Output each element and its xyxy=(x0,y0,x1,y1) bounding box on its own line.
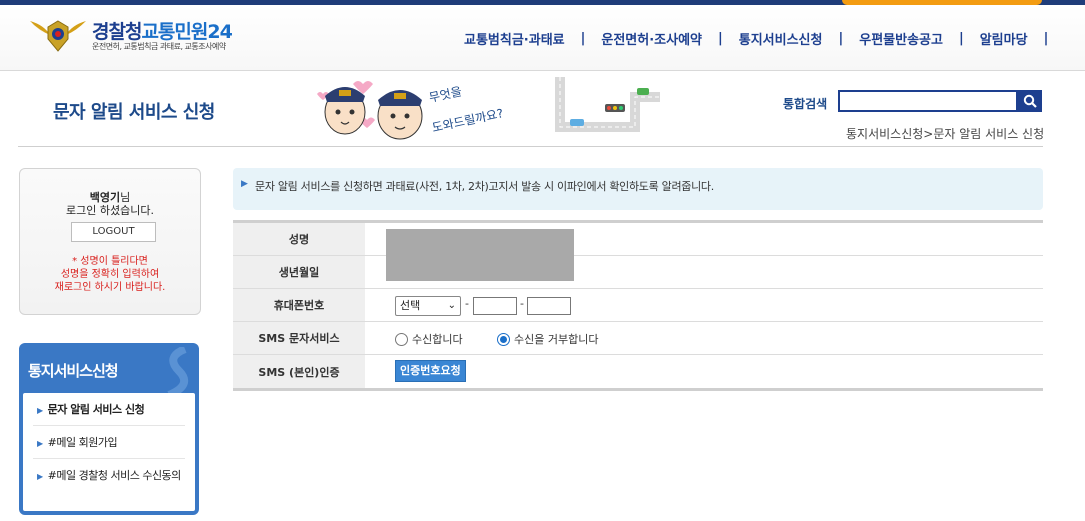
notice-text: 문자 알림 서비스를 신청하면 과태료(사전, 1차, 2차)고지서 발송 시 … xyxy=(255,180,714,193)
logo-subtitle: 운전면허, 교통범칙금 과태료, 교통조사예약 xyxy=(92,42,226,51)
radio-unchecked-icon xyxy=(395,332,408,346)
name-label: 성명 xyxy=(233,223,365,255)
sms-refuse-radio[interactable]: 수신을 거부합니다 xyxy=(497,331,598,347)
logout-button[interactable]: LOGOUT xyxy=(71,222,156,242)
hero-caption-1: 무엇을 xyxy=(428,84,463,105)
nav-separator: | xyxy=(838,31,844,46)
nav-item-license[interactable]: 운전면허·조사예약 xyxy=(597,29,706,48)
phone-dash: - xyxy=(520,297,524,310)
auth-label: SMS (본인)인증 xyxy=(233,355,365,388)
arrow-right-icon: ▶ xyxy=(241,179,248,189)
login-message: 로그인 하셨습니다. xyxy=(66,204,154,217)
side-menu-list: ▶ 문자 알림 서비스 신청 ▶ #메일 회원가입 ▶ #메일 경찰청 서비스 수신동… xyxy=(23,393,195,511)
side-menu-item-email-join[interactable]: ▶ #메일 회원가입 xyxy=(33,426,185,459)
police-mascot-icon: 무엇을 도와드릴까요? xyxy=(317,77,660,140)
login-warning: * 성명이 틀리다면 성명을 정확히 입력하여 재로그인 하시기 바랍니다. xyxy=(54,256,166,293)
birth-label: 생년월일 xyxy=(233,256,365,288)
notice-box: ▶ 문자 알림 서비스를 신청하면 과태료(사전, 1차, 2차)고지서 발송 … xyxy=(233,168,1043,210)
page-title: 문자 알림 서비스 신청 xyxy=(53,102,215,123)
logo-title: 경찰청교통민원24 xyxy=(92,21,233,43)
main-nav: 교통범칙금·과태료 | 운전면허·조사예약 | 통지서비스신청 | 우편물반송공… xyxy=(460,29,1060,48)
search-icon xyxy=(1023,94,1037,108)
side-menu: 통지서비스신청 ▶ 문자 알림 서비스 신청 ▶ #메일 회원가입 ▶ #메일 경찰청… xyxy=(19,343,199,515)
sms-accept-radio[interactable]: 수신합니다 xyxy=(395,331,463,347)
sms-application-form: 성명 생년월일 휴대폰번호 선택 ⌄ - - SMS 문자서비스 수신합니다 수신… xyxy=(233,220,1043,391)
hero-caption-2: 도와드릴까요? xyxy=(431,106,505,135)
nav-item-notice-service[interactable]: 통지서비스신청 xyxy=(735,29,827,48)
side-menu-item-sms-service[interactable]: ▶ 문자 알림 서비스 신청 xyxy=(33,393,185,426)
hero-illustration: 무엇을 도와드릴까요? xyxy=(305,72,665,144)
nav-separator: | xyxy=(958,31,964,46)
chevron-down-icon: ⌄ xyxy=(447,300,456,311)
nav-separator: | xyxy=(718,31,723,46)
chevron-right-icon: ▶ xyxy=(37,472,43,481)
phone-prefix-select[interactable]: 선택 ⌄ xyxy=(395,296,461,316)
login-box: 백영기님 로그인 하셨습니다. LOGOUT * 성명이 틀리다면 성명을 정확… xyxy=(19,168,201,315)
side-menu-title: 통지서비스신청 xyxy=(28,362,119,380)
form-row-auth: SMS (본인)인증 인증번호요청 xyxy=(233,355,1043,388)
nav-item-returned-mail[interactable]: 우편물반송공고 xyxy=(855,29,947,48)
chevron-right-icon: ▶ xyxy=(37,406,43,415)
header-divider xyxy=(18,146,1043,147)
form-row-sms: SMS 문자서비스 수신합니다 수신을 거부합니다 xyxy=(233,322,1043,355)
chevron-right-icon: ▶ xyxy=(37,439,43,448)
phone-dash: - xyxy=(465,297,469,310)
site-logo[interactable]: 경찰청교통민원24 운전면허, 교통범칙금 과태료, 교통조사예약 xyxy=(30,17,270,57)
phone-label: 휴대폰번호 xyxy=(233,289,365,321)
search-input[interactable] xyxy=(838,90,1018,112)
search-button[interactable] xyxy=(1018,90,1042,112)
site-header: 경찰청교통민원24 운전면허, 교통범칙금 과태료, 교통조사예약 교통범칙금·… xyxy=(0,5,1085,71)
nav-item-announcements[interactable]: 알림마당 xyxy=(976,29,1032,48)
request-auth-code-button[interactable]: 인증번호요청 xyxy=(395,360,466,382)
phone-last-input[interactable] xyxy=(527,297,571,315)
sms-label: SMS 문자서비스 xyxy=(233,322,365,354)
form-row-phone: 휴대폰번호 선택 ⌄ - - xyxy=(233,289,1043,322)
search-label: 통합검색 xyxy=(783,97,828,111)
form-row-name: 성명 xyxy=(233,223,1043,256)
phone-middle-input[interactable] xyxy=(473,297,517,315)
nav-separator: | xyxy=(1043,31,1049,46)
wave-decoration-icon xyxy=(167,347,189,397)
side-menu-item-email-consent[interactable]: ▶ #메일 경찰청 서비스 수신동의 xyxy=(33,459,185,492)
form-row-birth: 생년월일 xyxy=(233,256,1043,289)
nav-item-fines[interactable]: 교통범칙금·과태료 xyxy=(460,29,569,48)
radio-checked-icon xyxy=(497,332,510,346)
nav-separator: | xyxy=(580,31,586,46)
police-emblem-icon xyxy=(30,20,86,52)
breadcrumb: 통지서비스신청>문자 알림 서비스 신청 xyxy=(846,127,1045,141)
redacted-personal-info xyxy=(386,229,574,281)
